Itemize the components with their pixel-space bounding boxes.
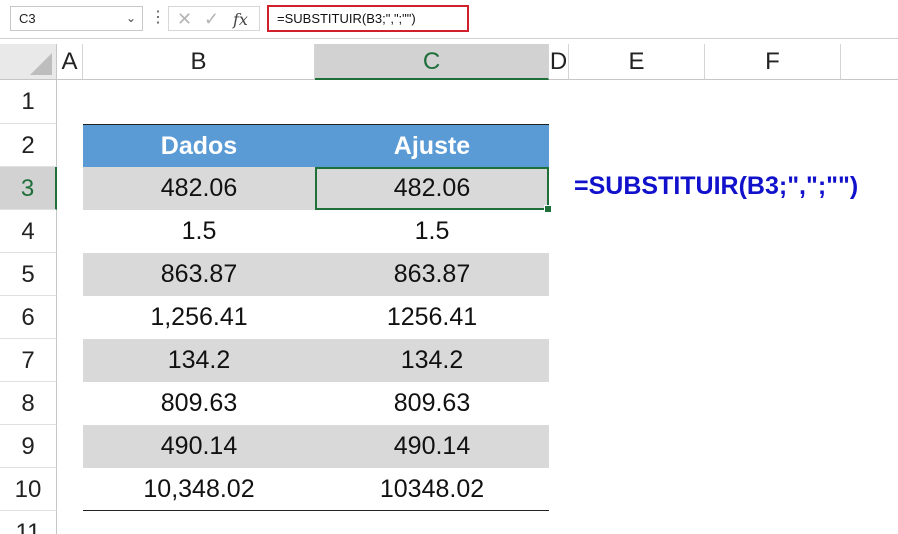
select-all-triangle-icon	[30, 53, 52, 75]
more-options-icon[interactable]: ⋮	[150, 8, 166, 28]
formula-annotation: =SUBSTITUIR(B3;",";"")	[574, 172, 859, 200]
table-cell-b7[interactable]: 134.2	[83, 339, 315, 382]
formula-buttons: ✕ ✓ fx	[168, 6, 260, 31]
row-header-11[interactable]: 11	[0, 511, 57, 534]
table-cell-c6[interactable]: 1256.41	[315, 296, 549, 339]
table-cell-c4[interactable]: 1.5	[315, 210, 549, 253]
table-cell-c7[interactable]: 134.2	[315, 339, 549, 382]
formula-bar: C3 ⌄ ⋮ ✕ ✓ fx =SUBSTITUIR(B3;",";"")	[0, 0, 898, 38]
table-cell-c5[interactable]: 863.87	[315, 253, 549, 296]
table-header-dados[interactable]: Dados	[83, 125, 315, 167]
chevron-down-icon[interactable]: ⌄	[126, 7, 136, 30]
row-header-7[interactable]: 7	[0, 339, 57, 382]
table-cell-b10[interactable]: 10,348.02	[83, 468, 315, 511]
column-header-d[interactable]: D	[549, 44, 569, 80]
table-cell-b8[interactable]: 809.63	[83, 382, 315, 425]
row-header-6[interactable]: 6	[0, 296, 57, 339]
column-header-b[interactable]: B	[83, 44, 315, 80]
row-header-2[interactable]: 2	[0, 124, 57, 167]
row-header-5[interactable]: 5	[0, 253, 57, 296]
table-cell-c8[interactable]: 809.63	[315, 382, 549, 425]
check-icon[interactable]: ✓	[204, 9, 219, 30]
row-header-8[interactable]: 8	[0, 382, 57, 425]
row-header-10[interactable]: 10	[0, 468, 57, 511]
column-header-f[interactable]: F	[705, 44, 841, 80]
row-header-9[interactable]: 9	[0, 425, 57, 468]
formula-bar-divider	[0, 38, 898, 39]
insert-function-icon[interactable]: fx	[233, 10, 248, 29]
name-box-value: C3	[19, 11, 36, 26]
cancel-icon[interactable]: ✕	[177, 9, 192, 30]
table-cell-b4[interactable]: 1.5	[83, 210, 315, 253]
column-header-e[interactable]: E	[569, 44, 705, 80]
select-all-button[interactable]	[0, 44, 57, 80]
table-cell-b6[interactable]: 1,256.41	[83, 296, 315, 339]
row-header-3[interactable]: 3	[0, 167, 57, 210]
table-cell-c3-active[interactable]: 482.06	[315, 167, 549, 210]
name-box[interactable]: C3 ⌄	[10, 6, 143, 31]
column-header-c[interactable]: C	[315, 44, 549, 80]
table-cell-b9[interactable]: 490.14	[83, 425, 315, 468]
table-cell-b5[interactable]: 863.87	[83, 253, 315, 296]
column-header-blank	[841, 44, 898, 80]
table-bottom-border	[83, 510, 549, 511]
formula-input[interactable]: =SUBSTITUIR(B3;",";"")	[267, 5, 469, 32]
row-header-4[interactable]: 4	[0, 210, 57, 253]
table-cell-c9[interactable]: 490.14	[315, 425, 549, 468]
table-cell-b3[interactable]: 482.06	[83, 167, 315, 210]
table-cell-c10[interactable]: 10348.02	[315, 468, 549, 511]
table-header-ajuste[interactable]: Ajuste	[315, 125, 549, 167]
column-header-a[interactable]: A	[57, 44, 83, 80]
row-header-1[interactable]: 1	[0, 80, 57, 124]
